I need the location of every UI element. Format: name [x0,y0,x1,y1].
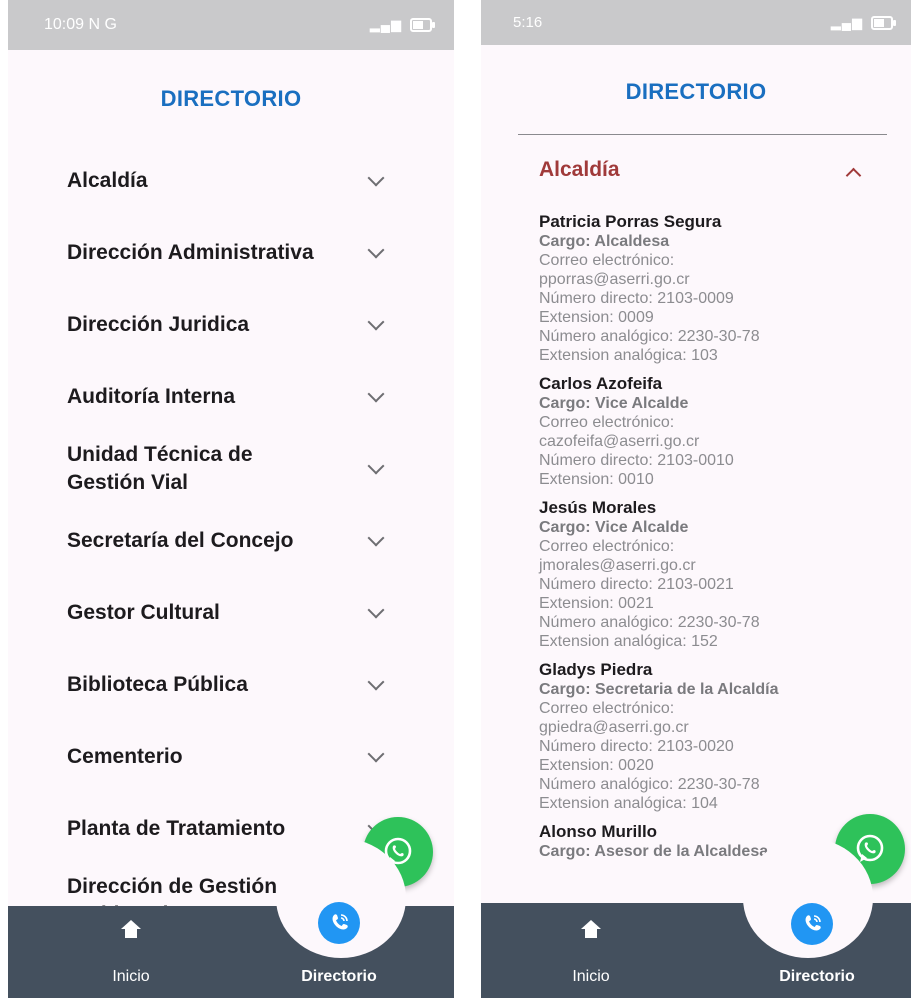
contact-email-label: Correo electrónico: [539,538,675,555]
battery-icon [410,18,435,32]
contact-name: Carlos Azofeifa [539,374,663,393]
nav-tab-inicio[interactable]: Inicio [511,906,671,998]
contact-card: Jesús Morales Cargo: Vice Alcalde Correo… [539,497,901,651]
contact-role: Cargo: Alcaldesa [539,233,670,250]
department-item-auditoria[interactable]: Auditoría Interna [8,361,454,433]
nav-tab-label: Inicio [572,968,610,985]
status-bar: 10:09 N G ▂▄▆ [8,0,454,50]
nav-tab-label: Inicio [112,968,150,985]
contact-email[interactable]: jmorales@aserri.go.cr [539,556,901,575]
chevron-up-icon [845,167,862,184]
chevron-down-icon [367,241,385,259]
home-icon [581,920,601,938]
page-title: DIRECTORIO [160,86,302,111]
department-label: Dirección Administrativa [67,241,314,264]
status-time: 5:16 [513,14,543,31]
department-label: Secretaría del Concejo [67,529,294,552]
contact-name: Gladys Piedra [539,660,653,679]
contact-direct-number[interactable]: Número directo: 2103-0009 [539,289,901,308]
department-item-biblioteca[interactable]: Biblioteca Pública [8,649,454,721]
contact-card: Gladys Piedra Cargo: Secretaria de la Al… [539,659,901,813]
chevron-down-icon [367,673,385,691]
department-label: Dirección Juridica [67,313,250,336]
department-label: Cementerio [67,745,183,768]
status-time: 10:09 [44,16,85,33]
contact-extension: Extension: 0020 [539,757,654,774]
directory-phone-button[interactable] [791,903,833,945]
contact-analog-number[interactable]: Número analógico: 2230-30-78 [539,327,901,346]
status-extra: N G [88,16,117,33]
status-bar: 5:16 ▂▄▆ [481,0,911,45]
contact-analog-extension: Extension analógica: 104 [539,795,718,812]
contact-name: Jesús Morales [539,498,657,517]
contact-direct-number[interactable]: Número directo: 2103-0021 [539,575,901,594]
contact-extension: Extension: 0010 [539,471,654,488]
phone-call-icon [332,914,348,930]
chevron-down-icon [367,529,385,547]
page-title: DIRECTORIO [625,79,767,104]
contact-direct-number[interactable]: Número directo: 2103-0020 [539,737,901,756]
department-item-cementerio[interactable]: Cementerio [8,721,454,793]
contact-card: Patricia Porras Segura Cargo: Alcaldesa … [539,211,901,365]
contact-analog-number[interactable]: Número analógico: 2230-30-78 [539,613,901,632]
contact-card: Carlos Azofeifa Cargo: Vice Alcalde Corr… [539,373,901,489]
bottom-navigation: Inicio Directorio [8,838,454,998]
phone-call-icon [805,915,821,931]
department-label: Biblioteca Pública [67,673,248,696]
department-item-concejo[interactable]: Secretaría del Concejo [8,505,454,577]
department-label: Alcaldía [67,169,148,192]
contact-extension: Extension: 0021 [539,595,654,612]
directory-phone-button[interactable] [318,902,360,944]
chevron-down-icon [367,169,385,187]
contact-email-label: Correo electrónico: [539,252,675,269]
home-icon [121,920,141,938]
signal-icon: ▂▄▆ [369,17,402,32]
chevron-down-icon [367,601,385,619]
contact-list: Patricia Porras Segura Cargo: Alcaldesa … [539,211,901,869]
department-item-juridica[interactable]: Dirección Juridica [8,289,454,361]
screen-directory-detail: 5:16 ▂▄▆ DIRECTORIO Alcaldía Patricia Po… [481,0,911,998]
nav-tab-label: Directorio [301,968,377,985]
status-icons: ▂▄▆ [830,14,896,31]
contact-role: Cargo: Vice Alcalde [539,519,689,536]
contact-name: Patricia Porras Segura [539,212,722,231]
chevron-down-icon [367,385,385,403]
contact-extension: Extension: 0009 [539,309,654,326]
contact-email-label: Correo electrónico: [539,700,675,717]
chevron-down-icon [367,313,385,331]
contact-analog-number[interactable]: Número analógico: 2230-30-78 [539,775,901,794]
contact-email[interactable]: cazofeifa@aserri.go.cr [539,432,901,451]
battery-icon [871,15,896,30]
status-icons: ▂▄▆ [369,17,435,33]
contact-email-label: Correo electrónico: [539,414,675,431]
department-label: Alcaldía [539,158,620,181]
contact-analog-extension: Extension analógica: 103 [539,347,718,364]
divider [518,134,887,135]
department-header-alcaldia[interactable]: Alcaldía [539,158,911,184]
department-label: Planta de Tratamiento [67,817,286,840]
contact-email[interactable]: gpiedra@aserri.go.cr [539,718,901,737]
department-label: Gestor Cultural [67,601,220,624]
chevron-down-icon [367,457,385,475]
department-item-administrativa[interactable]: Dirección Administrativa [8,217,454,289]
department-item-gestor-cultural[interactable]: Gestor Cultural [8,577,454,649]
department-item-alcaldia[interactable]: Alcaldía [8,145,454,217]
department-label: Unidad Técnica de Gestión Vial [67,443,253,494]
signal-icon: ▂▄▆ [830,14,863,30]
screen-directory-list: 10:09 N G ▂▄▆ DIRECTORIO Alcaldía Direcc… [8,0,454,998]
contact-email[interactable]: pporras@aserri.go.cr [539,270,901,289]
chevron-down-icon [367,745,385,763]
department-label: Auditoría Interna [67,385,236,408]
contact-role: Cargo: Secretaria de la Alcaldía [539,681,779,698]
contact-analog-extension: Extension analógica: 152 [539,633,718,650]
contact-role: Cargo: Vice Alcalde [539,395,689,412]
contact-direct-number[interactable]: Número directo: 2103-0010 [539,451,901,470]
bottom-navigation: Inicio Directorio [481,838,911,998]
department-item-gestion-vial[interactable]: Unidad Técnica de Gestión Vial [8,433,454,505]
nav-tab-inicio[interactable]: Inicio [51,906,211,998]
nav-tab-label: Directorio [779,968,855,985]
